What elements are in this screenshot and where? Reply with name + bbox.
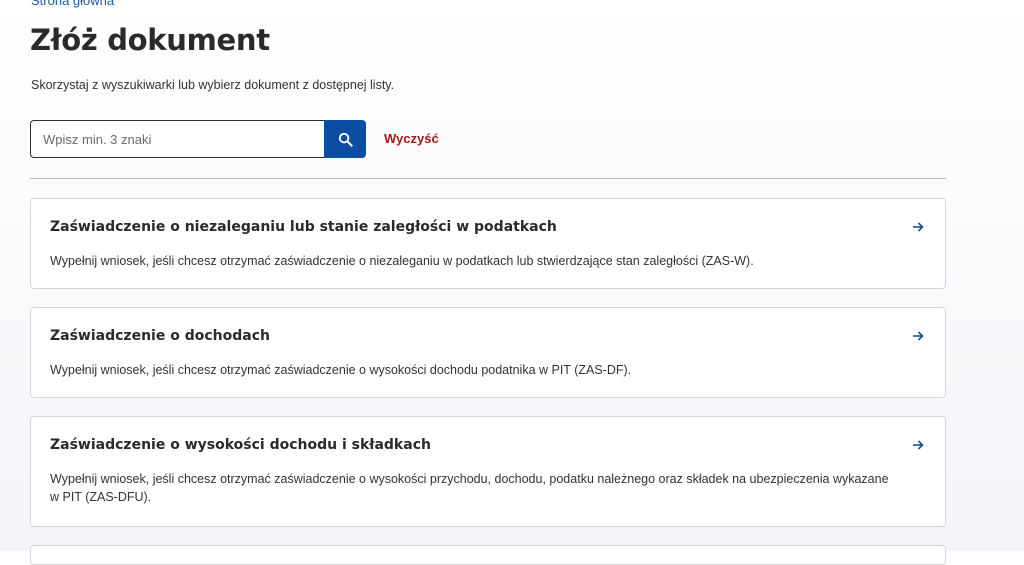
document-card[interactable]: Zaświadczenie o niezaleganiu lub stanie …	[30, 198, 946, 289]
arrow-right-icon[interactable]	[911, 220, 925, 234]
clear-search-link[interactable]: Wyczyść	[384, 131, 439, 146]
document-description: Wypełnij wniosek, jeśli chcesz otrzymać …	[50, 254, 754, 268]
document-title: Zaświadczenie o niezaleganiu lub stanie …	[50, 219, 557, 235]
document-card-partial[interactable]	[30, 545, 946, 565]
divider	[30, 178, 946, 179]
page-intro: Skorzystaj z wyszukiwarki lub wybierz do…	[31, 78, 395, 92]
search-box	[30, 120, 366, 158]
document-title: Zaświadczenie o wysokości dochodu i skła…	[50, 437, 431, 453]
arrow-right-icon[interactable]	[911, 329, 925, 343]
document-card[interactable]: Zaświadczenie o dochodach Wypełnij wnios…	[30, 307, 946, 398]
document-description: Wypełnij wniosek, jeśli chcesz otrzymać …	[50, 472, 889, 504]
search-button[interactable]	[324, 120, 366, 158]
document-description: Wypełnij wniosek, jeśli chcesz otrzymać …	[50, 363, 632, 377]
arrow-right-icon[interactable]	[911, 438, 925, 452]
document-title: Zaświadczenie o dochodach	[50, 328, 270, 344]
document-card[interactable]: Zaświadczenie o wysokości dochodu i skła…	[30, 416, 946, 527]
breadcrumb-home-link[interactable]: Strona główna	[31, 0, 114, 8]
search-icon	[338, 132, 353, 147]
search-input[interactable]	[30, 120, 324, 158]
page-title: Złóż dokument	[30, 23, 270, 57]
